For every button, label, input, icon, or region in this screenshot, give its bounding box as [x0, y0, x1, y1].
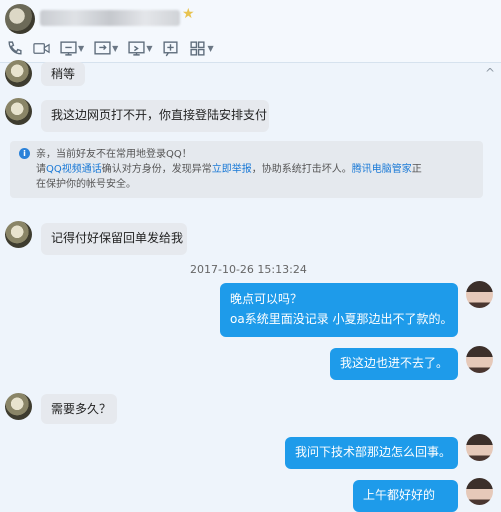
contact-avatar[interactable] — [5, 98, 32, 125]
outgoing-message: 我问下技术部那边怎么回事。 — [285, 437, 458, 469]
video-icon[interactable] — [33, 40, 50, 57]
chevron-up-icon[interactable]: ^ — [485, 66, 495, 80]
toolbar: ▼ ▼ ▼ ▼ — [6, 38, 220, 58]
outgoing-message: 我这边也进不去了。 — [330, 348, 458, 380]
tip-line-1: 亲，当前好友不在常用地登录QQ！ — [36, 149, 192, 160]
apps-icon[interactable]: ▼ — [189, 40, 219, 57]
user-avatar[interactable] — [466, 346, 493, 373]
video-call-link[interactable]: QQ视频通话 — [46, 164, 102, 175]
incoming-message: 记得付好保留回单发给我 — [41, 223, 187, 255]
chevron-down-icon[interactable]: ▼ — [207, 44, 213, 53]
outgoing-message: 晚点可以吗？ oa系统里面没记录 小夏那边出不了款的。 — [220, 283, 458, 337]
chevron-down-icon[interactable]: ▼ — [78, 44, 84, 53]
report-link[interactable]: 立即举报 — [212, 164, 252, 175]
outgoing-message: 上午都好好的 — [353, 480, 458, 512]
chevron-down-icon[interactable]: ▼ — [146, 44, 152, 53]
incoming-message: 稍等 — [41, 62, 86, 86]
chevron-down-icon[interactable]: ▼ — [112, 44, 118, 53]
contact-avatar[interactable] — [5, 60, 32, 87]
incoming-message: 需要多久？ — [41, 394, 117, 424]
user-avatar[interactable] — [466, 281, 493, 308]
user-avatar[interactable] — [466, 434, 493, 461]
security-warning-tip: i 亲，当前好友不在常用地登录QQ！ 请QQ视频通话确认对方身份，发现异常立即举… — [10, 141, 483, 198]
contact-avatar[interactable] — [5, 221, 32, 248]
tip-line-3: 在保护你的帐号安全。 — [36, 179, 136, 190]
phone-icon[interactable] — [6, 40, 23, 57]
contact-avatar[interactable] — [5, 4, 35, 34]
remote-assist-icon[interactable]: ▼ — [94, 40, 124, 57]
star-icon: ★ — [182, 6, 195, 22]
user-avatar[interactable] — [466, 478, 493, 505]
tip-line-2: 请QQ视频通话确认对方身份，发现异常立即举报，协助系统打击坏人。腾讯电脑管家正 — [36, 164, 422, 175]
chat-header: ★ ▼ ▼ ▼ ▼ — [0, 0, 501, 63]
info-icon: i — [19, 148, 30, 159]
desktop-icon[interactable]: ▼ — [128, 40, 158, 57]
screen-share-icon[interactable]: ▼ — [60, 40, 90, 57]
pc-manager-link[interactable]: 腾讯电脑管家 — [352, 164, 412, 175]
add-icon[interactable] — [162, 40, 179, 57]
timestamp: 2017-10-26 15:13:24 — [190, 263, 307, 276]
contact-avatar[interactable] — [5, 393, 32, 420]
incoming-message: 我这边网页打不开，你直接登陆安排支付 — [41, 100, 269, 132]
contact-name-blurred — [40, 10, 180, 26]
